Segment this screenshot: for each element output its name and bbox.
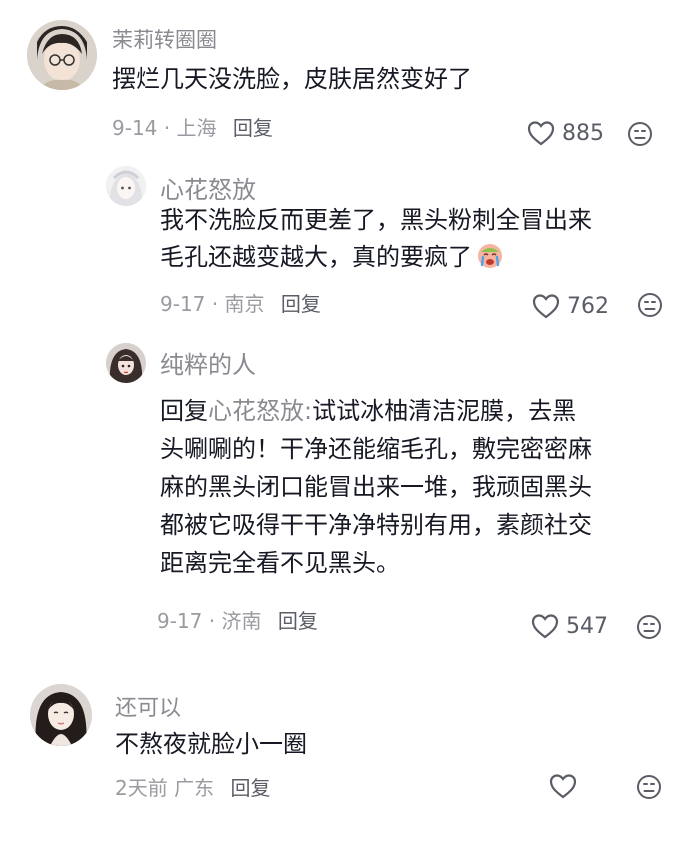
content-text: 试试冰柚清洁泥膜，去黑 bbox=[312, 397, 577, 425]
comment-username[interactable]: 纯粹的人 bbox=[160, 345, 256, 380]
like-button[interactable]: 547 bbox=[530, 612, 608, 640]
comment-meta: 9-17 · 济南 回复 bbox=[157, 605, 318, 634]
like-button[interactable]: 885 bbox=[526, 119, 604, 147]
crying-face-emoji bbox=[478, 244, 502, 268]
reply-button[interactable]: 回复 bbox=[281, 292, 321, 316]
comment-date-location: 9-17 · 南京 bbox=[160, 292, 265, 316]
comment-date-location: 9-17 · 济南 bbox=[157, 609, 262, 633]
avatar[interactable] bbox=[106, 343, 146, 383]
comment-1: 茉莉转圈圈 摆烂几天没洗脸，皮肤居然变好了 9-14 · 上海 回复 885 bbox=[0, 0, 690, 160]
comment-2: 心花怒放 我不洗脸反而更差了，黑头粉刺全冒出来 毛孔还越变越大，真的要疯了 9-… bbox=[0, 160, 690, 335]
comment-content: 不熬夜就脸小一圈 bbox=[115, 726, 307, 763]
heart-outline-icon bbox=[532, 294, 560, 319]
reply-prefix: 回复 bbox=[160, 397, 208, 425]
comment-meta: 9-14 · 上海 回复 bbox=[112, 112, 273, 141]
comment-4: 还可以 不熬夜就脸小一圈 2天前 广东 回复 bbox=[0, 670, 690, 854]
comment-username[interactable]: 心花怒放 bbox=[160, 170, 256, 205]
content-line: 都被它吸得干干净净特别有用，素颜社交 bbox=[160, 511, 592, 539]
unhappy-face-icon[interactable] bbox=[636, 614, 662, 640]
reply-button[interactable]: 回复 bbox=[278, 609, 318, 633]
avatar[interactable] bbox=[106, 166, 146, 206]
avatar[interactable] bbox=[27, 20, 97, 90]
content-line: 回复心花怒放:试试冰柚清洁泥膜，去黑 bbox=[160, 392, 592, 430]
comment-username[interactable]: 茉莉转圈圈 bbox=[112, 24, 217, 54]
comment-date-location: 2天前 广东 bbox=[115, 776, 215, 800]
like-button[interactable] bbox=[548, 772, 584, 800]
unhappy-face-icon[interactable] bbox=[627, 121, 653, 147]
like-count: 547 bbox=[566, 613, 608, 639]
content-line: 头唰唰的！干净还能缩毛孔，敷完密密麻 bbox=[160, 435, 592, 463]
reply-button[interactable]: 回复 bbox=[233, 116, 273, 140]
like-count: 885 bbox=[562, 120, 604, 146]
unhappy-face-icon[interactable] bbox=[637, 292, 663, 318]
heart-outline-icon bbox=[531, 614, 559, 639]
content-text: 毛孔还越变越大，真的要疯了 bbox=[160, 243, 472, 271]
heart-outline-icon bbox=[549, 774, 577, 799]
comment-content: 摆烂几天没洗脸，皮肤居然变好了 bbox=[112, 61, 472, 98]
comment-content: 回复心花怒放:试试冰柚清洁泥膜，去黑 头唰唰的！干净还能缩毛孔，敷完密密麻 麻的… bbox=[160, 392, 592, 582]
comment-meta: 2天前 广东 回复 bbox=[115, 772, 270, 801]
comment-username[interactable]: 还可以 bbox=[115, 690, 181, 722]
comment-3: 纯粹的人 回复心花怒放:试试冰柚清洁泥膜，去黑 头唰唰的！干净还能缩毛孔，敷完密… bbox=[0, 335, 690, 655]
content-line: 麻的黑头闭口能冒出来一堆，我顽固黑头 bbox=[160, 473, 592, 501]
like-count: 762 bbox=[567, 293, 609, 319]
unhappy-face-icon[interactable] bbox=[636, 774, 662, 800]
content-line: 距离完全看不见黑头。 bbox=[160, 549, 400, 577]
avatar[interactable] bbox=[30, 684, 92, 746]
like-button[interactable]: 762 bbox=[531, 292, 609, 320]
content-line: 我不洗脸反而更差了，黑头粉刺全冒出来 bbox=[160, 206, 592, 234]
mention-link[interactable]: 心花怒放: bbox=[208, 397, 312, 425]
content-line: 不熬夜就脸小一圈 bbox=[115, 730, 307, 758]
content-line: 摆烂几天没洗脸，皮肤居然变好了 bbox=[112, 65, 472, 93]
heart-outline-icon bbox=[527, 121, 555, 146]
reply-button[interactable]: 回复 bbox=[230, 776, 270, 800]
comment-content: 我不洗脸反而更差了，黑头粉刺全冒出来 毛孔还越变越大，真的要疯了 bbox=[160, 202, 592, 276]
comment-date-location: 9-14 · 上海 bbox=[112, 116, 217, 140]
comment-meta: 9-17 · 南京 回复 bbox=[160, 288, 321, 317]
content-line-with-emoji: 毛孔还越变越大，真的要疯了 bbox=[160, 239, 592, 276]
